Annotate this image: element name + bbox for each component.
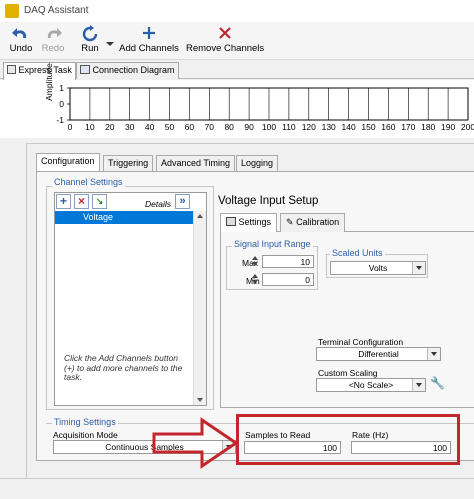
custom-scaling-label: Custom Scaling bbox=[318, 368, 378, 378]
tab-express-task[interactable]: Express Task bbox=[3, 62, 76, 80]
graph-x-tick-label: 70 bbox=[205, 122, 215, 132]
timing-settings-title: Timing Settings bbox=[52, 417, 118, 427]
tab-triggering-label: Triggering bbox=[108, 158, 149, 168]
graph-x-tick-label: 80 bbox=[224, 122, 234, 132]
graph-x-tick-label: 110 bbox=[282, 122, 296, 132]
add-channel-icon[interactable]: + bbox=[56, 194, 71, 209]
bottom-strip bbox=[0, 478, 474, 499]
graph-x-tick-label: 160 bbox=[381, 122, 395, 132]
remove-channels-label: Remove Channels bbox=[186, 43, 265, 54]
graph-x-tick-label: 120 bbox=[302, 122, 316, 132]
run-refresh-icon bbox=[82, 25, 98, 42]
tab-calibration[interactable]: ✎ Calibration bbox=[280, 213, 346, 232]
tab-advanced-timing[interactable]: Advanced Timing bbox=[156, 155, 236, 171]
redo-label: Redo bbox=[41, 43, 65, 54]
tab-calibration-label: Calibration bbox=[296, 217, 340, 227]
custom-scaling-value: <No Scale> bbox=[348, 380, 394, 390]
wrench-icon[interactable]: 🔧 bbox=[430, 376, 445, 390]
scroll-down-icon[interactable] bbox=[197, 398, 203, 402]
graph-y-tick-label: 1 bbox=[59, 83, 64, 93]
terminal-configuration-label: Terminal Configuration bbox=[318, 337, 404, 347]
graph-x-tick-label: 40 bbox=[145, 122, 155, 132]
red-arrow-icon bbox=[152, 417, 239, 469]
graph-x-tick-label: 20 bbox=[105, 122, 115, 132]
graph-x-tick-label: 170 bbox=[401, 122, 415, 132]
graph-y-tick-label: -1 bbox=[56, 115, 64, 125]
scroll-up-icon[interactable] bbox=[197, 214, 203, 218]
remove-channel-icon[interactable]: × bbox=[74, 194, 89, 209]
window-title: DAQ Assistant bbox=[24, 5, 89, 16]
graph-x-tick-label: 140 bbox=[342, 122, 356, 132]
graph-x-tick-label: 30 bbox=[125, 122, 135, 132]
graph-x-tick-label: 10 bbox=[85, 122, 95, 132]
min-spinner-icon[interactable] bbox=[252, 273, 259, 286]
amplitude-graph: 0 10 20 30 40 50 60 70 80 90 100 110 120 130 140 150 160… bbox=[56, 83, 474, 132]
add-channels-label: Add Channels bbox=[119, 43, 179, 54]
graph-x-tick-label: 50 bbox=[165, 122, 175, 132]
redo-button[interactable]: Redo bbox=[38, 22, 68, 58]
voltage-setup-title: Voltage Input Setup bbox=[218, 195, 319, 207]
tab-logging-label: Logging bbox=[241, 158, 274, 168]
plus-icon bbox=[143, 27, 155, 39]
chevron-down-icon[interactable] bbox=[427, 348, 440, 360]
chevron-down-icon[interactable] bbox=[412, 262, 425, 274]
x-icon bbox=[219, 27, 231, 39]
tab-triggering[interactable]: Triggering bbox=[103, 155, 154, 171]
max-spinner-icon[interactable] bbox=[252, 255, 259, 268]
terminal-configuration-select[interactable]: Differential bbox=[316, 347, 441, 361]
channel-hint-text: Click the Add Channels button (+) to add… bbox=[64, 353, 183, 382]
tab-configuration[interactable]: Configuration bbox=[36, 153, 100, 172]
graph-x-tick-label: 190 bbox=[441, 122, 455, 132]
tab-settings-label: Settings bbox=[238, 217, 272, 227]
signal-input-range-title: Signal Input Range bbox=[232, 239, 313, 249]
tab-logging[interactable]: Logging bbox=[236, 155, 279, 171]
acquisition-mode-label: Acquisition Mode bbox=[53, 430, 118, 440]
graph-x-tick-label: 90 bbox=[244, 122, 254, 132]
graph-x-tick-label: 180 bbox=[421, 122, 435, 132]
remove-channels-button[interactable]: Remove Channels bbox=[186, 22, 264, 58]
scaled-units-value: Volts bbox=[368, 263, 388, 273]
channel-settings-title: Channel Settings bbox=[52, 177, 125, 187]
scaled-units-title: Scaled Units bbox=[330, 248, 385, 258]
custom-scaling-select[interactable]: <No Scale> bbox=[316, 378, 426, 392]
redo-icon bbox=[47, 28, 62, 38]
terminal-configuration-value: Differential bbox=[358, 349, 399, 359]
edit-channel-icon[interactable]: ↘ bbox=[92, 194, 107, 209]
graph-x-tick-label: 200 bbox=[461, 122, 474, 132]
undo-button[interactable]: Undo bbox=[6, 22, 36, 58]
graph-y-tick-label: 0 bbox=[59, 99, 64, 109]
min-input[interactable]: 0 bbox=[262, 273, 314, 286]
tab-connection-diagram[interactable]: Connection Diagram bbox=[76, 62, 179, 79]
run-dropdown-arrow-icon[interactable] bbox=[106, 42, 114, 46]
details-expand-icon[interactable]: » bbox=[175, 194, 190, 209]
calibration-icon: ✎ bbox=[286, 217, 294, 227]
express-task-icon bbox=[7, 65, 16, 74]
graph-x-tick-label: 130 bbox=[322, 122, 336, 132]
graph-x-tick-label: 100 bbox=[262, 122, 276, 132]
graph-x-tick-label: 150 bbox=[361, 122, 375, 132]
run-button[interactable]: Run bbox=[78, 22, 102, 58]
details-label: Details bbox=[145, 199, 171, 209]
settings-icon bbox=[226, 217, 236, 226]
add-channels-button[interactable]: Add Channels bbox=[118, 22, 180, 58]
undo-icon bbox=[12, 28, 27, 38]
tab-configuration-label: Configuration bbox=[41, 156, 95, 166]
tab-connection-diagram-label: Connection Diagram bbox=[92, 65, 175, 75]
tab-settings[interactable]: Settings bbox=[220, 213, 278, 232]
channel-list-scrollbar[interactable] bbox=[193, 211, 206, 405]
graph-x-tick-label: 60 bbox=[185, 122, 195, 132]
red-highlight-box bbox=[236, 414, 460, 465]
graph-x-tick-label: 0 bbox=[68, 122, 73, 132]
connection-diagram-icon bbox=[80, 65, 90, 74]
chevron-down-icon[interactable] bbox=[412, 379, 425, 391]
channel-list-item[interactable]: Voltage bbox=[55, 211, 193, 224]
tab-advanced-timing-label: Advanced Timing bbox=[161, 158, 231, 168]
scaled-units-select[interactable]: Volts bbox=[330, 261, 426, 275]
undo-label: Undo bbox=[9, 43, 33, 54]
run-label: Run bbox=[81, 43, 99, 54]
daq-app-icon bbox=[5, 4, 19, 18]
max-input[interactable]: 10 bbox=[262, 255, 314, 268]
